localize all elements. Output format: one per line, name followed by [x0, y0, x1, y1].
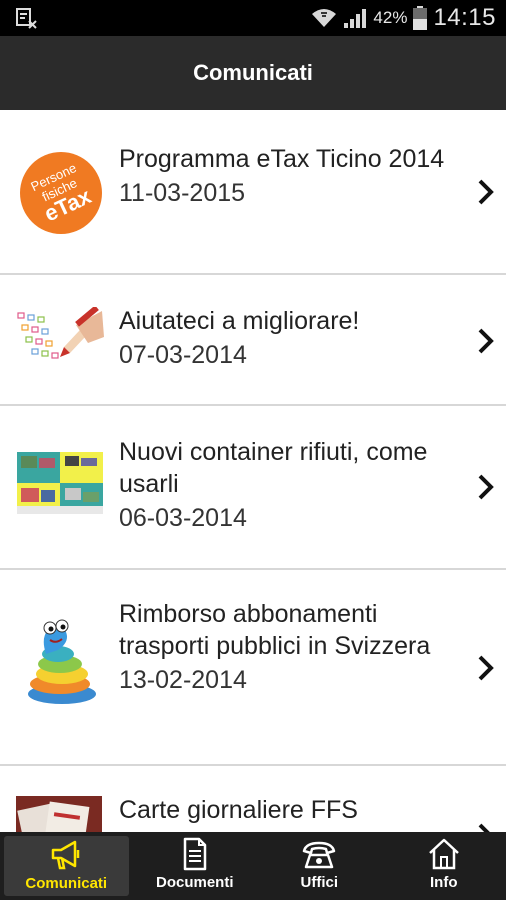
item-title: Programma eTax Ticino 2014 [119, 145, 445, 173]
page-title: Comunicati [193, 60, 313, 85]
signal-icon [344, 9, 367, 28]
item-date: 06-03-2014 [119, 504, 247, 532]
nav-label: Uffici [300, 874, 339, 891]
home-icon [428, 838, 459, 870]
nav-label: Documenti [155, 874, 234, 891]
clock: 14:15 [433, 4, 496, 31]
bottom-nav: Comunicati Documenti Uffici Info [0, 832, 506, 900]
item-title: Rimborso abbonamenti trasporti pubblici … [119, 600, 431, 660]
item-date: 07-03-2014 [119, 341, 247, 369]
list-item[interactable]: Nuovi container rifiuti, come usarli 06-… [0, 406, 506, 570]
list-item[interactable]: Aiutateci a migliorare! 07-03-2014 [0, 275, 506, 406]
battery-percent: 42% [373, 8, 408, 27]
nav-label: Comunicati [25, 875, 108, 892]
tickets-image [16, 796, 102, 832]
telephone-icon [303, 841, 336, 869]
flyer-image [17, 452, 103, 514]
list-item[interactable]: Carte giornaliere FFS [0, 766, 506, 832]
item-date: 11-03-2015 [119, 179, 246, 207]
status-bar: 42% 14:15 [0, 0, 506, 36]
item-date: 13-02-2014 [119, 666, 247, 694]
battery-icon [413, 6, 428, 30]
etax-logo-image: Persone fisiche eTax [20, 152, 102, 234]
wifi-icon [312, 9, 337, 27]
nav-comunicati[interactable]: Comunicati [4, 836, 129, 896]
item-title: Aiutateci a migliorare! [119, 307, 360, 335]
nav-documenti[interactable]: Documenti [133, 832, 258, 900]
app-bar: Comunicati [0, 36, 506, 110]
chevron-right-icon [478, 328, 494, 354]
survey-form-image [14, 307, 104, 367]
item-title: Nuovi container rifiuti, come usarli [119, 438, 428, 498]
nav-info[interactable]: Info [382, 832, 506, 900]
list-item[interactable]: Rimborso abbonamenti trasporti pubblici … [0, 570, 506, 766]
chevron-right-icon [478, 655, 494, 681]
nav-uffici[interactable]: Uffici [257, 832, 382, 900]
document-icon [183, 837, 206, 871]
megaphone-icon [52, 840, 80, 870]
news-list[interactable]: Persone fisiche eTax Programma eTax Tici… [0, 110, 506, 832]
sim-notification-icon [16, 8, 37, 29]
snake-mascot-image [28, 619, 96, 704]
nav-label: Info [430, 874, 458, 891]
list-item[interactable]: Persone fisiche eTax Programma eTax Tici… [0, 110, 506, 275]
item-title: Carte giornaliere FFS [119, 796, 358, 824]
chevron-right-icon [478, 823, 490, 832]
chevron-right-icon [478, 474, 494, 500]
chevron-right-icon [478, 179, 494, 205]
